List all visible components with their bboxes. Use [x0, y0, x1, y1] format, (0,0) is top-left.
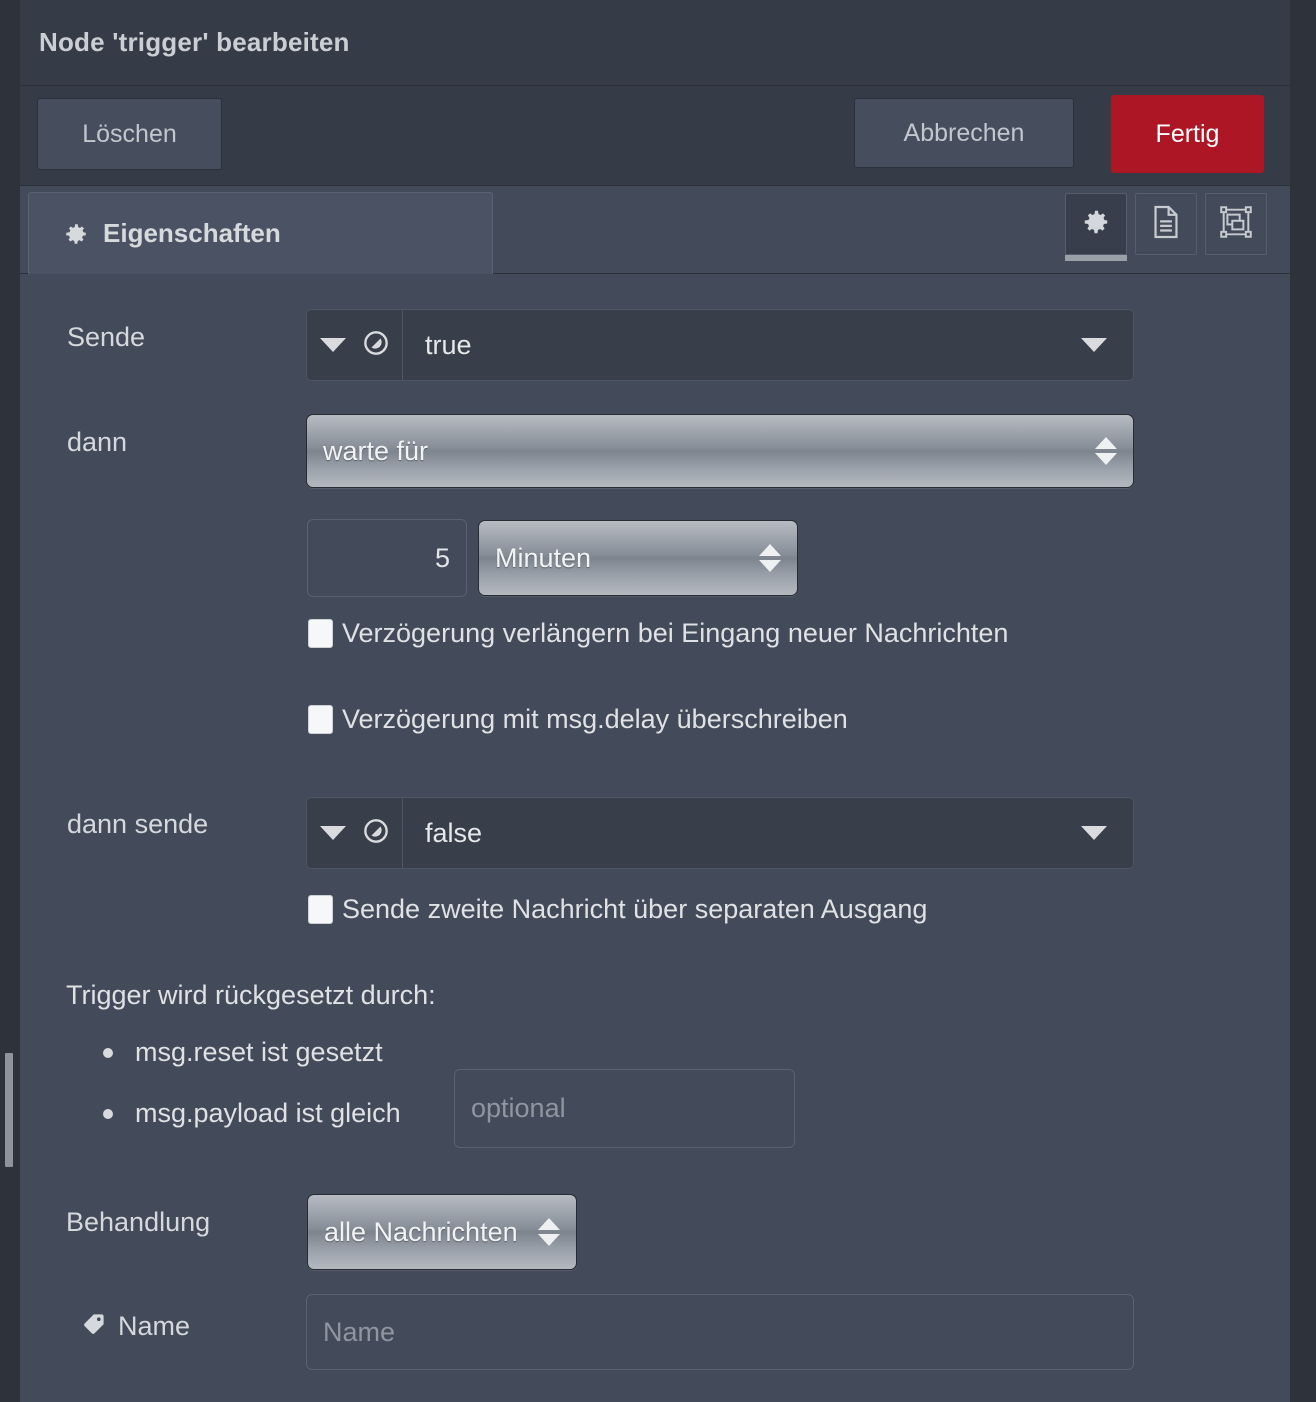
- description-icon-button[interactable]: [1135, 193, 1197, 255]
- properties-icon-button[interactable]: [1065, 193, 1127, 261]
- stepper-arrows-icon: [1087, 437, 1133, 465]
- field-then-label: dann: [67, 427, 128, 457]
- tab-icon-button-group: [1065, 193, 1267, 261]
- checkbox-override-delay-label: Verzögerung mit msg.delay überschreiben: [342, 704, 848, 734]
- field-send-label: Sende: [67, 322, 146, 352]
- field-name-label: Name: [118, 1311, 191, 1341]
- gear-icon: [1081, 207, 1111, 242]
- chevron-down-icon: [319, 338, 346, 352]
- handling-value: alle Nachrichten: [324, 1216, 518, 1247]
- dialog-title: Node 'trigger' bearbeiten: [39, 27, 350, 57]
- field-then-label-wrap: dann: [67, 427, 127, 458]
- send-typed-input[interactable]: true: [306, 309, 1134, 381]
- left-gutter: [0, 0, 20, 1402]
- duration-input[interactable]: [307, 519, 467, 597]
- chevron-down-icon: [1081, 826, 1107, 840]
- dialog-button-bar: Löschen Abbrechen Fertig: [20, 86, 1290, 186]
- list-item: msg.payload ist gleich: [103, 1098, 401, 1129]
- field-then-send-label-wrap: dann sende: [67, 809, 208, 840]
- tab-properties[interactable]: Eigenschaften: [28, 192, 493, 274]
- done-button[interactable]: Fertig: [1111, 95, 1264, 173]
- then-send-value[interactable]: false: [403, 818, 1081, 849]
- bullet-icon: [103, 1108, 113, 1119]
- tab-properties-label: Eigenschaften: [103, 218, 281, 248]
- panel-resize-handle[interactable]: [5, 1053, 13, 1167]
- appearance-icon-button[interactable]: [1205, 193, 1267, 255]
- properties-form: Sende true dann warte für 5 Minuten Verz…: [20, 274, 1290, 1400]
- cancel-button[interactable]: Abbrechen: [854, 98, 1074, 168]
- reset-item-1-text: msg.payload ist gleich: [135, 1098, 401, 1128]
- field-then-send-label: dann sende: [67, 809, 209, 839]
- then-send-value-dropdown[interactable]: [1081, 826, 1133, 840]
- field-name-label-wrap: Name: [82, 1311, 190, 1342]
- checkbox-second-output-row[interactable]: Sende zweite Nachricht über separaten Au…: [308, 894, 927, 925]
- send-value-dropdown[interactable]: [1081, 338, 1133, 352]
- checkbox-override-delay[interactable]: [308, 705, 333, 734]
- field-send-label-wrap: Sende: [67, 322, 145, 353]
- appearance-icon: [1220, 205, 1252, 243]
- checkbox-extend-delay[interactable]: [308, 619, 333, 648]
- handling-select[interactable]: alle Nachrichten: [307, 1194, 577, 1270]
- gear-icon: [63, 221, 89, 247]
- stepper-arrows-icon: [751, 544, 797, 572]
- edit-dialog: Node 'trigger' bearbeiten Löschen Abbrec…: [20, 0, 1290, 1402]
- dialog-titlebar: Node 'trigger' bearbeiten: [20, 0, 1290, 86]
- reset-section-title: Trigger wird rückgesetzt durch:: [66, 980, 436, 1010]
- chevron-down-icon: [319, 826, 346, 840]
- tag-icon: [82, 1312, 106, 1341]
- description-icon: [1151, 205, 1181, 244]
- reset-payload-input[interactable]: [454, 1069, 795, 1148]
- checkbox-extend-delay-label: Verzögerung verlängern bei Eingang neuer…: [342, 618, 1009, 648]
- boolean-type-icon: [362, 817, 390, 850]
- node-edit-dialog-root: Node 'trigger' bearbeiten Löschen Abbrec…: [0, 0, 1316, 1402]
- checkbox-extend-delay-row[interactable]: Verzögerung verlängern bei Eingang neuer…: [308, 618, 1008, 649]
- right-gutter: [1290, 0, 1316, 1402]
- chevron-down-icon: [1081, 338, 1107, 352]
- checkbox-second-output-label: Sende zweite Nachricht über separaten Au…: [342, 894, 928, 924]
- duration-unit-value: Minuten: [495, 542, 592, 573]
- send-value[interactable]: true: [403, 330, 1081, 361]
- stepper-arrows-icon: [530, 1218, 576, 1246]
- checkbox-override-delay-row[interactable]: Verzögerung mit msg.delay überschreiben: [308, 704, 848, 735]
- checkbox-second-output[interactable]: [308, 895, 333, 924]
- field-handling-label-wrap: Behandlung: [66, 1207, 210, 1238]
- then-send-typed-input[interactable]: false: [306, 797, 1134, 869]
- then-send-type-selector[interactable]: [307, 798, 403, 868]
- then-action-value: warte für: [323, 435, 429, 466]
- list-item: msg.reset ist gesetzt: [103, 1037, 383, 1068]
- send-type-selector[interactable]: [307, 310, 403, 380]
- duration-unit-select[interactable]: Minuten: [478, 520, 798, 596]
- delete-button[interactable]: Löschen: [37, 98, 222, 170]
- name-input[interactable]: [306, 1294, 1134, 1370]
- then-action-select[interactable]: warte für: [306, 414, 1134, 488]
- reset-item-0-text: msg.reset ist gesetzt: [135, 1037, 383, 1067]
- boolean-type-icon: [362, 329, 390, 362]
- field-handling-label: Behandlung: [66, 1207, 211, 1237]
- tab-strip: Eigenschaften: [20, 186, 1290, 274]
- bullet-icon: [103, 1047, 113, 1058]
